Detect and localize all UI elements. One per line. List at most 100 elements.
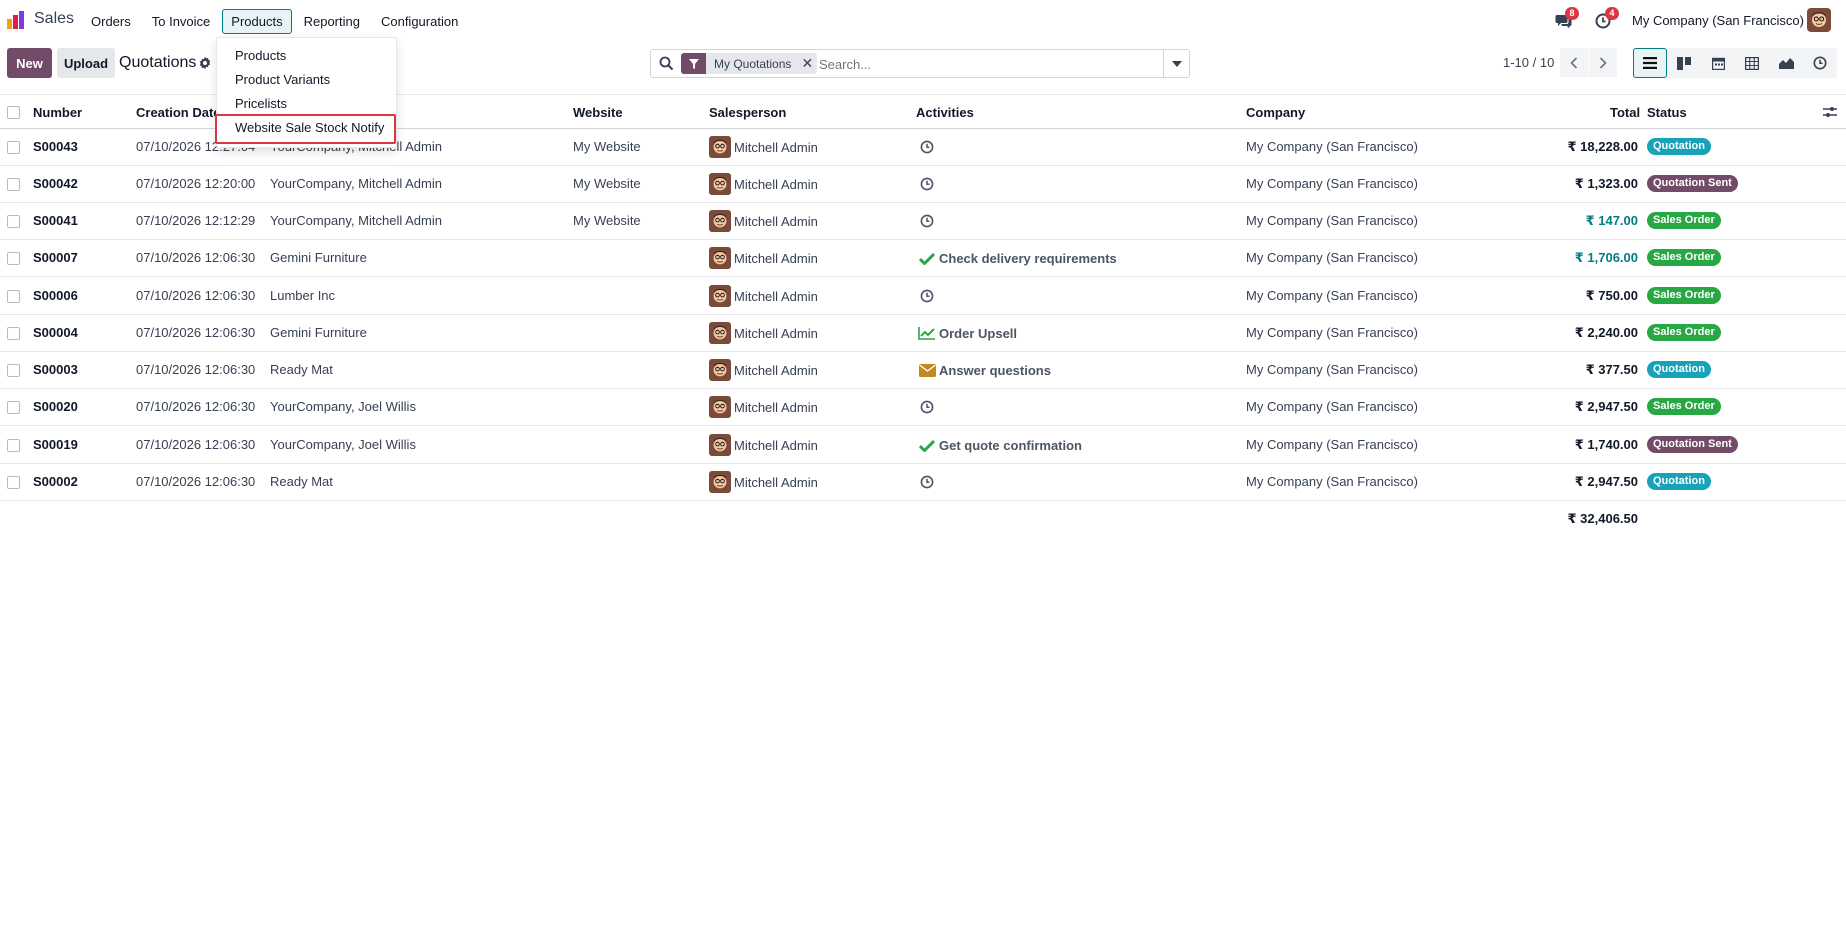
select-all-checkbox[interactable] <box>7 106 20 119</box>
table-row[interactable]: S00004 07/10/2026 12:06:30 Gemini Furnitur… <box>0 315 1846 352</box>
activity-summary[interactable]: Order Upsell <box>939 326 1017 341</box>
salesperson-name[interactable]: Mitchell Admin <box>734 363 818 378</box>
menu-to-invoice[interactable]: To Invoice <box>143 9 220 34</box>
upload-button[interactable]: Upload <box>57 48 115 78</box>
row-checkbox[interactable] <box>7 141 20 154</box>
activity-summary[interactable]: Check delivery requirements <box>939 251 1117 266</box>
activity-view-button[interactable] <box>1803 48 1837 78</box>
search-input[interactable] <box>819 54 1119 74</box>
salesperson-name[interactable]: Mitchell Admin <box>734 140 818 155</box>
dropdown-item-products[interactable]: Products <box>235 48 286 63</box>
clock-icon[interactable] <box>918 399 936 415</box>
pager-value[interactable]: 1-10 / 10 <box>1503 55 1554 70</box>
table-row[interactable]: S00002 07/10/2026 12:06:30 Ready Mat Mitche… <box>0 464 1846 501</box>
user-avatar[interactable] <box>1807 8 1831 32</box>
clock-icon[interactable] <box>918 139 936 155</box>
order-number: S00043 <box>33 139 78 154</box>
salesperson-name[interactable]: Mitchell Admin <box>734 400 818 415</box>
salesperson-name[interactable]: Mitchell Admin <box>734 289 818 304</box>
calendar-view-button[interactable] <box>1701 48 1735 78</box>
kanban-view-button[interactable] <box>1667 48 1701 78</box>
gear-icon[interactable] <box>198 56 212 70</box>
avatar[interactable] <box>709 173 731 195</box>
activity-summary[interactable]: Get quote confirmation <box>939 438 1082 453</box>
creation-date: 07/10/2026 12:06:30 <box>136 250 256 265</box>
search-options-toggle[interactable] <box>1163 50 1189 77</box>
table-row[interactable]: S00042 07/10/2026 12:20:00 YourCompany, Mi… <box>0 166 1846 203</box>
optional-columns-toggle-icon[interactable] <box>1823 106 1837 121</box>
status-badge: Sales Order <box>1647 212 1721 229</box>
column-header-number[interactable]: Number <box>33 105 82 120</box>
graph-view-button[interactable] <box>1769 48 1803 78</box>
row-checkbox[interactable] <box>7 178 20 191</box>
new-button[interactable]: New <box>7 48 52 78</box>
row-checkbox[interactable] <box>7 327 20 340</box>
dropdown-item-pricelists[interactable]: Pricelists <box>235 96 287 111</box>
sales-app-icon[interactable] <box>6 10 26 30</box>
menu-orders[interactable]: Orders <box>82 9 140 34</box>
clock-icon[interactable] <box>918 213 936 229</box>
pager-next-button[interactable] <box>1589 48 1617 77</box>
salesperson-name[interactable]: Mitchell Admin <box>734 438 818 453</box>
column-header-total[interactable]: Total <box>1610 105 1640 120</box>
menu-products[interactable]: Products <box>222 9 292 34</box>
clock-icon[interactable] <box>918 176 936 192</box>
salesperson-name[interactable]: Mitchell Admin <box>734 177 818 192</box>
row-checkbox[interactable] <box>7 252 20 265</box>
avatar[interactable] <box>709 359 731 381</box>
salesperson-name[interactable]: Mitchell Admin <box>734 214 818 229</box>
status-badge: Quotation <box>1647 138 1711 155</box>
column-header-creation-date[interactable]: Creation Date <box>136 105 221 120</box>
table-row[interactable]: S00041 07/10/2026 12:12:29 YourCompany, Mi… <box>0 203 1846 240</box>
pivot-view-button[interactable] <box>1735 48 1769 78</box>
avatar[interactable] <box>709 136 731 158</box>
column-header-website[interactable]: Website <box>573 105 623 120</box>
table-row[interactable]: S00003 07/10/2026 12:06:30 Ready Mat Mitche… <box>0 352 1846 389</box>
row-checkbox[interactable] <box>7 439 20 452</box>
table-row[interactable]: S00020 07/10/2026 12:06:30 YourCompany, Jo… <box>0 389 1846 426</box>
row-checkbox[interactable] <box>7 364 20 377</box>
list-view-button[interactable] <box>1633 48 1667 78</box>
avatar[interactable] <box>709 434 731 456</box>
check-icon[interactable] <box>918 437 936 453</box>
clock-icon[interactable] <box>918 288 936 304</box>
app-name[interactable]: Sales <box>34 10 74 28</box>
table-row[interactable]: S00019 07/10/2026 12:06:30 YourCompany, Jo… <box>0 427 1846 464</box>
column-header-activities[interactable]: Activities <box>916 105 974 120</box>
salesperson-name[interactable]: Mitchell Admin <box>734 475 818 490</box>
chart-line-icon[interactable] <box>918 325 936 341</box>
row-checkbox[interactable] <box>7 290 20 303</box>
activities-button[interactable]: 4 <box>1592 7 1619 32</box>
avatar[interactable] <box>709 247 731 269</box>
column-header-salesperson[interactable]: Salesperson <box>709 105 786 120</box>
status-badge: Sales Order <box>1647 398 1721 415</box>
salesperson-name[interactable]: Mitchell Admin <box>734 326 818 341</box>
close-icon[interactable]: ✕ <box>797 53 817 74</box>
salesperson-name[interactable]: Mitchell Admin <box>734 251 818 266</box>
clock-icon[interactable] <box>918 474 936 490</box>
table-row[interactable]: S00006 07/10/2026 12:06:30 Lumber Inc Mitch… <box>0 278 1846 315</box>
row-checkbox[interactable] <box>7 401 20 414</box>
pager-previous-button[interactable] <box>1560 48 1588 77</box>
dropdown-item-product-variants[interactable]: Product Variants <box>235 72 330 87</box>
row-checkbox[interactable] <box>7 215 20 228</box>
avatar[interactable] <box>709 396 731 418</box>
messaging-button[interactable]: 8 <box>1552 7 1579 32</box>
table-row[interactable]: S00007 07/10/2026 12:06:30 Gemini Furnitur… <box>0 240 1846 277</box>
envelope-icon[interactable] <box>918 362 936 378</box>
avatar[interactable] <box>709 471 731 493</box>
row-checkbox[interactable] <box>7 476 20 489</box>
menu-reporting[interactable]: Reporting <box>295 9 369 34</box>
check-icon[interactable] <box>918 250 936 266</box>
avatar[interactable] <box>709 210 731 232</box>
company-switcher[interactable]: My Company (San Francisco) <box>1632 13 1804 28</box>
customer-name: Gemini Furniture <box>270 325 367 340</box>
order-total: ₹ 750.00 <box>1585 288 1638 303</box>
column-header-status[interactable]: Status <box>1647 105 1687 120</box>
avatar[interactable] <box>709 285 731 307</box>
avatar[interactable] <box>709 322 731 344</box>
list-icon <box>1643 57 1657 69</box>
activity-summary[interactable]: Answer questions <box>939 363 1051 378</box>
menu-configuration[interactable]: Configuration <box>372 9 467 34</box>
column-header-company[interactable]: Company <box>1246 105 1305 120</box>
